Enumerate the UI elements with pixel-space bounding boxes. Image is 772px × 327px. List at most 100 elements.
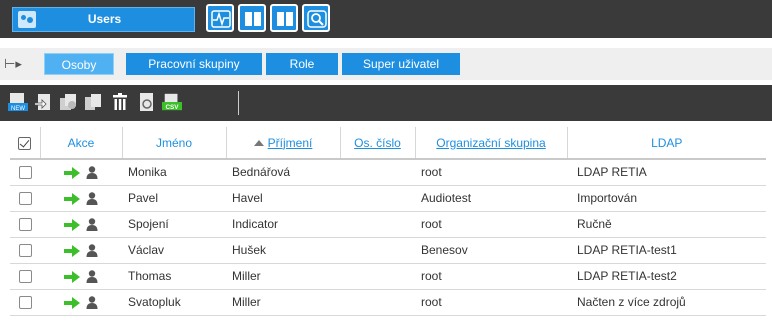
cell-os-cislo (340, 289, 415, 316)
top-bar: Users (0, 0, 772, 38)
open-arrow-icon[interactable] (64, 244, 81, 257)
toolbar-divider (238, 91, 239, 115)
users-table-container: Akce Jméno Příjmení Os. číslo Organizačn… (10, 127, 766, 316)
column-header-prijmeni[interactable]: Příjmení (226, 127, 341, 160)
column-header-ldap[interactable]: LDAP (567, 127, 766, 160)
row-select-cell[interactable] (10, 211, 40, 238)
module-button-book-2[interactable] (270, 4, 298, 32)
cell-org-skupina: Audiotest (415, 185, 567, 212)
csv-export-icon[interactable]: CSV (162, 92, 182, 112)
cell-jmeno: Pavel (122, 185, 226, 212)
row-actions-cell (40, 159, 122, 186)
row-checkbox[interactable] (18, 270, 32, 284)
row-actions-cell (40, 263, 122, 290)
open-arrow-icon[interactable] (64, 270, 81, 283)
properties-icon[interactable] (137, 92, 157, 112)
cell-prijmeni: Miller (226, 289, 340, 316)
copy-icon[interactable] (58, 92, 78, 112)
cell-ldap: LDAP RETIA-test2 (567, 263, 766, 290)
module-button-monitor[interactable] (206, 4, 234, 32)
user-icon[interactable] (86, 166, 98, 180)
table-row[interactable]: Spojení Indicator root Ručně (10, 211, 766, 238)
cell-jmeno: Thomas (122, 263, 226, 290)
column-header-jmeno[interactable]: Jméno (122, 127, 227, 160)
row-checkbox[interactable] (18, 244, 32, 258)
cell-ldap: LDAP RETIA-test1 (567, 237, 766, 264)
table-row[interactable]: Monika Bednářová root LDAP RETIA (10, 159, 766, 186)
module-button-people-search[interactable] (302, 4, 330, 32)
pulse-icon (211, 10, 231, 28)
cell-os-cislo (340, 185, 415, 212)
tab-role[interactable]: Role (266, 53, 338, 75)
column-header-org-skupina-label: Organizační skupina (436, 135, 546, 150)
row-select-cell[interactable] (10, 185, 40, 212)
table-row[interactable]: Pavel Havel Audiotest Importován (10, 185, 766, 212)
book-icon (277, 12, 293, 26)
module-button-book-1[interactable] (238, 4, 266, 32)
users-table: Akce Jméno Příjmení Os. číslo Organizačn… (10, 127, 766, 316)
cell-org-skupina: root (415, 263, 567, 290)
cell-os-cislo (340, 159, 415, 186)
column-header-os-cislo-label: Os. číslo (354, 135, 401, 150)
user-icon[interactable] (86, 244, 98, 258)
row-actions-cell (40, 185, 122, 212)
table-body: Monika Bednářová root LDAP RETIA Pavel H… (10, 159, 766, 316)
table-header-row: Akce Jméno Příjmení Os. číslo Organizačn… (10, 127, 766, 160)
action-toolbar: NEW CSV (0, 85, 772, 121)
cell-ldap: Načten z více zdrojů (567, 289, 766, 316)
row-select-cell[interactable] (10, 263, 40, 290)
row-checkbox[interactable] (18, 218, 32, 232)
table-row[interactable]: Václav Hušek Benesov LDAP RETIA-test1 (10, 237, 766, 264)
row-actions-cell (40, 211, 122, 238)
select-all-checkbox[interactable] (18, 136, 32, 150)
row-actions-cell (40, 289, 122, 316)
table-row[interactable]: Svatopluk Miller root Načten z více zdro… (10, 289, 766, 316)
cell-jmeno: Václav (122, 237, 226, 264)
expand-panel-icon[interactable]: ⊢▸ (4, 56, 22, 72)
duplicate-icon[interactable] (83, 92, 103, 112)
open-arrow-icon[interactable] (64, 296, 81, 309)
cell-org-skupina: Benesov (415, 237, 567, 264)
cell-os-cislo (340, 211, 415, 238)
row-checkbox[interactable] (18, 166, 32, 180)
cell-org-skupina: root (415, 159, 567, 186)
column-header-akce: Akce (40, 127, 123, 160)
open-arrow-icon[interactable] (64, 192, 81, 205)
cell-os-cislo (340, 237, 415, 264)
cell-org-skupina: root (415, 289, 567, 316)
column-header-org-skupina[interactable]: Organizační skupina (415, 127, 568, 160)
tab-pracovni-skupiny[interactable]: Pracovní skupiny (126, 53, 262, 75)
cell-org-skupina: root (415, 211, 567, 238)
tab-super-uzivatel[interactable]: Super uživatel (342, 53, 460, 75)
tab-bar: ⊢▸ Osoby Pracovní skupiny Role Super uži… (0, 48, 772, 80)
new-icon-text: NEW (11, 106, 25, 112)
section-button-users[interactable]: Users (12, 7, 195, 32)
row-select-cell[interactable] (10, 237, 40, 264)
open-arrow-icon[interactable] (64, 166, 81, 179)
row-checkbox[interactable] (18, 192, 32, 206)
row-select-cell[interactable] (10, 159, 40, 186)
column-header-prijmeni-label: Příjmení (267, 135, 313, 150)
cell-ldap: Importován (567, 185, 766, 212)
user-icon[interactable] (86, 218, 98, 232)
cell-prijmeni: Hušek (226, 237, 340, 264)
csv-icon-text: CSV (165, 104, 179, 111)
cell-jmeno: Spojení (122, 211, 226, 238)
open-arrow-icon[interactable] (64, 218, 81, 231)
row-actions-cell (40, 237, 122, 264)
new-icon[interactable]: NEW (8, 92, 28, 112)
user-icon[interactable] (86, 296, 98, 310)
tab-osoby[interactable]: Osoby (44, 53, 114, 75)
user-icon[interactable] (86, 270, 98, 284)
column-header-os-cislo[interactable]: Os. číslo (340, 127, 416, 160)
user-icon[interactable] (86, 192, 98, 206)
table-row[interactable]: Thomas Miller root LDAP RETIA-test2 (10, 263, 766, 290)
row-checkbox[interactable] (18, 296, 32, 310)
people-search-icon (307, 10, 327, 28)
select-all-header[interactable] (10, 127, 41, 160)
row-select-cell[interactable] (10, 289, 40, 316)
cell-ldap: LDAP RETIA (567, 159, 766, 186)
sort-ascending-icon (253, 139, 264, 146)
import-icon[interactable] (34, 92, 54, 112)
delete-icon[interactable] (110, 92, 130, 112)
